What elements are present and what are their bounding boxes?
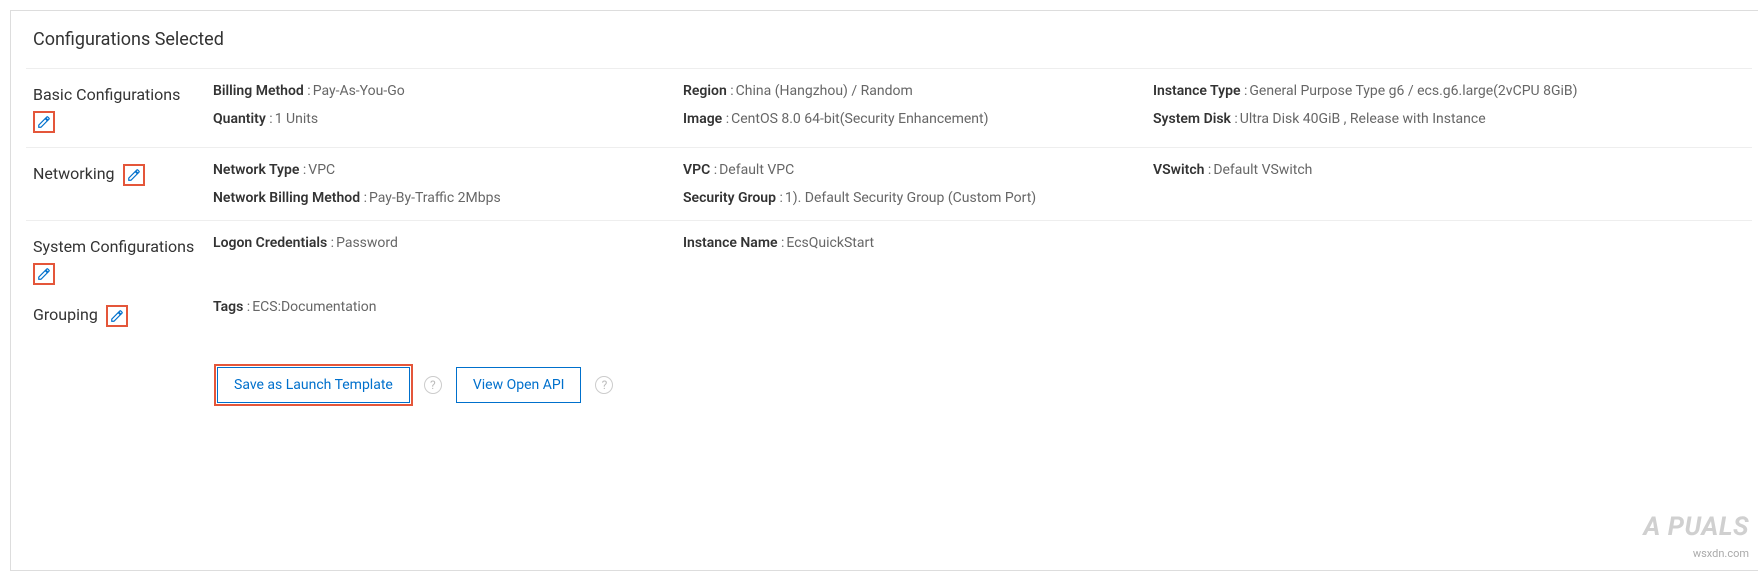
pencil-icon <box>110 309 124 323</box>
field-label: Security Group <box>683 190 783 206</box>
field-value: General Purpose Type g6 / ecs.g6.large(2… <box>1249 83 1577 99</box>
help-icon[interactable]: ? <box>424 376 442 394</box>
field-label: System Disk <box>1153 111 1238 127</box>
col2: Instance Name EcsQuickStart <box>683 235 1153 327</box>
view-api-button[interactable]: View Open API <box>456 367 582 403</box>
cols: Logon Credentials Password Tags ECS:Docu… <box>213 235 1745 327</box>
field-value: 1). Default Security Group (Custom Port) <box>785 190 1036 206</box>
section-label-basic: Basic Configurations <box>33 83 213 133</box>
col1: Billing Method Pay-As-You-Go Quantity 1 … <box>213 83 683 133</box>
field-label: Instance Name <box>683 235 784 251</box>
field-billing-method: Billing Method Pay-As-You-Go <box>213 83 683 99</box>
cols: Billing Method Pay-As-You-Go Quantity 1 … <box>213 83 1745 133</box>
field-label: Billing Method <box>213 83 311 99</box>
field-vpc: VPC Default VPC <box>683 162 1153 178</box>
section-system-group: System Configurations Grouping Logon Cre… <box>11 221 1758 341</box>
field-label: Network Billing Method <box>213 190 367 206</box>
col1: Logon Credentials Password Tags ECS:Docu… <box>213 235 683 327</box>
col3: Instance Type General Purpose Type g6 / … <box>1153 83 1745 133</box>
field-value: CentOS 8.0 64-bit(Security Enhancement) <box>731 111 988 127</box>
field-value: 1 Units <box>275 111 318 127</box>
pencil-icon <box>127 168 141 182</box>
field-tags: Tags ECS:Documentation <box>213 299 683 315</box>
field-value: Ultra Disk 40GiB , Release with Instance <box>1240 111 1486 127</box>
field-label: Quantity <box>213 111 273 127</box>
field-label: VPC <box>683 162 717 178</box>
field-image: Image CentOS 8.0 64-bit(Security Enhance… <box>683 111 1153 127</box>
label-text: System Configurations <box>33 237 194 256</box>
col2: VPC Default VPC Security Group 1). Defau… <box>683 162 1153 206</box>
field-label: Instance Type <box>1153 83 1247 99</box>
col3: VSwitch Default VSwitch <box>1153 162 1745 206</box>
field-value: Default VSwitch <box>1213 162 1312 178</box>
field-value: Pay-As-You-Go <box>313 83 405 99</box>
help-icon[interactable]: ? <box>595 376 613 394</box>
field-value: Default VPC <box>719 162 794 178</box>
section-label-system: System Configurations Grouping <box>33 235 213 327</box>
field-value: Password <box>336 235 398 251</box>
panel-title: Configurations Selected <box>11 11 1758 68</box>
field-label: Tags <box>213 299 250 315</box>
section-basic: Basic Configurations Billing Method Pay-… <box>11 69 1758 147</box>
col2: Region China (Hangzhou) / Random Image C… <box>683 83 1153 133</box>
edit-grouping-button[interactable] <box>106 305 128 327</box>
section-label-grouping: Grouping <box>33 303 213 327</box>
footer: Save as Launch Template ? View Open API … <box>11 341 1758 423</box>
field-label: Image <box>683 111 729 127</box>
section-networking: Networking Network Type VPC Network Bill… <box>11 148 1758 220</box>
field-network-billing: Network Billing Method Pay-By-Traffic 2M… <box>213 190 683 206</box>
label-text: Networking <box>33 164 115 183</box>
pencil-icon <box>37 115 51 129</box>
save-template-button[interactable]: Save as Launch Template <box>217 367 410 403</box>
field-instance-type: Instance Type General Purpose Type g6 / … <box>1153 83 1745 99</box>
field-label: Logon Credentials <box>213 235 334 251</box>
col1: Network Type VPC Network Billing Method … <box>213 162 683 206</box>
field-label: VSwitch <box>1153 162 1211 178</box>
field-label: Region <box>683 83 734 99</box>
field-quantity: Quantity 1 Units <box>213 111 683 127</box>
field-vswitch: VSwitch Default VSwitch <box>1153 162 1745 178</box>
edit-basic-button[interactable] <box>33 111 55 133</box>
field-instance-name: Instance Name EcsQuickStart <box>683 235 1153 251</box>
field-value: ECS:Documentation <box>252 299 376 315</box>
field-logon: Logon Credentials Password <box>213 235 683 251</box>
field-value: VPC <box>308 162 335 178</box>
pencil-icon <box>37 267 51 281</box>
edit-system-button[interactable] <box>33 263 55 285</box>
watermark: wsxdn.com <box>1693 547 1749 560</box>
field-value: China (Hangzhou) / Random <box>736 83 913 99</box>
col3 <box>1153 235 1745 327</box>
field-label: Network Type <box>213 162 306 178</box>
edit-networking-button[interactable] <box>123 164 145 186</box>
label-text: Basic Configurations <box>33 85 180 104</box>
field-value: Pay-By-Traffic 2Mbps <box>369 190 501 206</box>
config-panel: Configurations Selected Basic Configurat… <box>10 10 1758 571</box>
field-region: Region China (Hangzhou) / Random <box>683 83 1153 99</box>
section-label-networking: Networking <box>33 162 213 206</box>
field-value: EcsQuickStart <box>786 235 874 251</box>
field-system-disk: System Disk Ultra Disk 40GiB , Release w… <box>1153 111 1745 127</box>
cols: Network Type VPC Network Billing Method … <box>213 162 1745 206</box>
brand-logo: A PUALS <box>1643 512 1749 542</box>
field-network-type: Network Type VPC <box>213 162 683 178</box>
label-text: Grouping <box>33 305 98 324</box>
field-security-group: Security Group 1). Default Security Grou… <box>683 190 1153 206</box>
